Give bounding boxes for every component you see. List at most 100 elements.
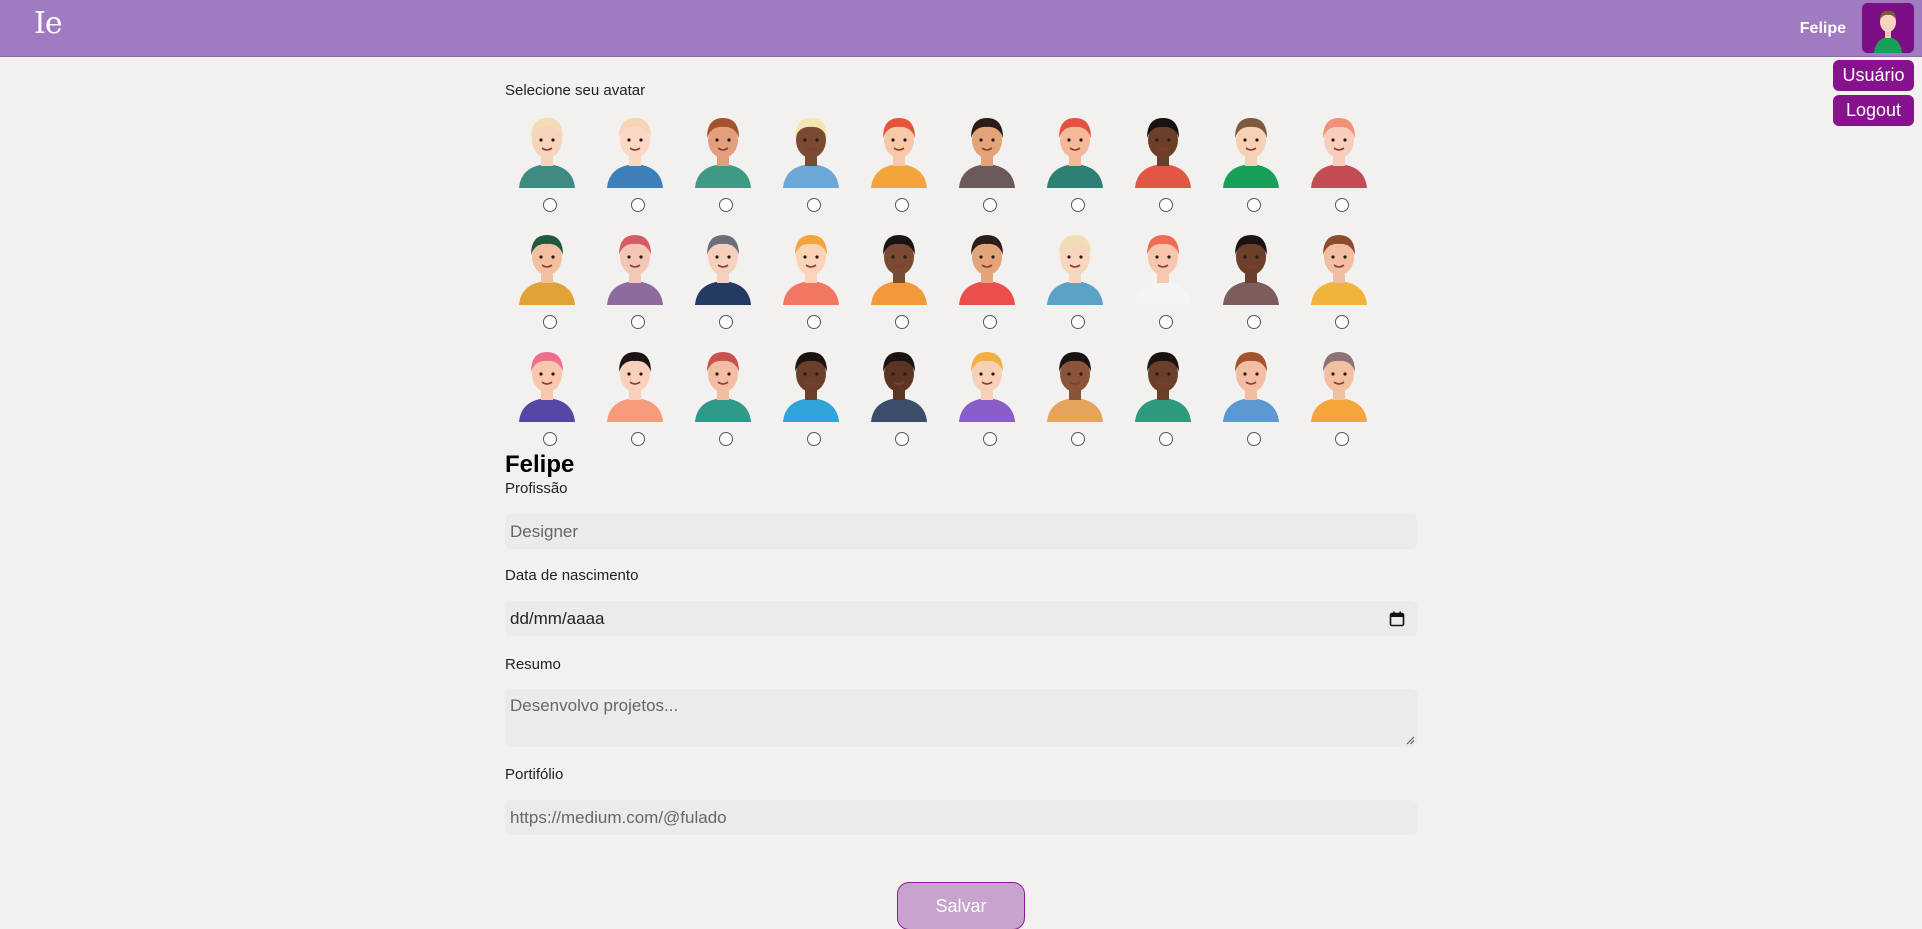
avatar-radio[interactable] <box>1071 198 1085 212</box>
avatar-radio[interactable] <box>1247 198 1261 212</box>
avatar-radio[interactable] <box>543 315 557 329</box>
avatar-section-label-wrap: Selecione seu avatar <box>505 82 1417 100</box>
avatar-portrait-icon <box>783 235 839 305</box>
avatar-portrait-icon <box>959 235 1015 305</box>
profession-label: Profissão <box>505 480 568 497</box>
app-logo[interactable]: Ie <box>34 6 63 41</box>
avatar-radio[interactable] <box>719 432 733 446</box>
avatar-option[interactable] <box>1033 344 1121 453</box>
avatar-option[interactable] <box>1121 227 1209 336</box>
avatar-radio[interactable] <box>807 198 821 212</box>
save-button[interactable]: Salvar <box>897 882 1025 929</box>
avatar-option[interactable] <box>593 227 681 336</box>
avatar-option[interactable] <box>1121 344 1209 453</box>
avatar-option[interactable] <box>1297 110 1385 219</box>
avatar-radio[interactable] <box>1071 432 1085 446</box>
avatar-radio[interactable] <box>719 315 733 329</box>
avatar-radio[interactable] <box>543 432 557 446</box>
avatar-option[interactable] <box>769 110 857 219</box>
avatar-radio[interactable] <box>1335 432 1349 446</box>
avatar-option[interactable] <box>1297 344 1385 453</box>
avatar-portrait-icon <box>1311 118 1367 188</box>
avatar-radio[interactable] <box>1247 315 1261 329</box>
avatar-portrait-icon <box>607 235 663 305</box>
avatar-radio[interactable] <box>983 432 997 446</box>
avatar-portrait-icon <box>783 352 839 422</box>
avatar-option[interactable] <box>1209 110 1297 219</box>
avatar-radio[interactable] <box>1071 315 1085 329</box>
avatar-radio[interactable] <box>631 198 645 212</box>
avatar-radio[interactable] <box>631 315 645 329</box>
usuario-menu-button[interactable]: Usuário <box>1833 60 1914 91</box>
avatar-radio[interactable] <box>895 315 909 329</box>
avatar-portrait-icon <box>1223 352 1279 422</box>
avatar-portrait-icon <box>695 118 751 188</box>
avatar-portrait-icon <box>519 352 575 422</box>
avatar-option[interactable] <box>681 227 769 336</box>
avatar-option[interactable] <box>945 344 1033 453</box>
avatar-portrait-icon <box>871 235 927 305</box>
avatar-radio[interactable] <box>807 315 821 329</box>
avatar-portrait-icon <box>607 118 663 188</box>
avatar-option[interactable] <box>1033 110 1121 219</box>
avatar-radio[interactable] <box>983 315 997 329</box>
avatar-option[interactable] <box>505 344 593 453</box>
user-avatar-icon <box>1862 3 1914 53</box>
avatar-option[interactable] <box>1297 227 1385 336</box>
avatar-portrait-icon <box>607 352 663 422</box>
avatar-radio[interactable] <box>1159 315 1173 329</box>
avatar-option[interactable] <box>681 344 769 453</box>
avatar-option[interactable] <box>945 110 1033 219</box>
portfolio-placeholder: https://medium.com/@fulado <box>510 807 727 827</box>
avatar-radio[interactable] <box>895 198 909 212</box>
avatar-radio[interactable] <box>807 432 821 446</box>
avatar-portrait-icon <box>783 118 839 188</box>
avatar-option[interactable] <box>1121 110 1209 219</box>
avatar-portrait-icon <box>695 352 751 422</box>
user-avatar-button[interactable] <box>1862 3 1914 53</box>
avatar-radio[interactable] <box>1335 198 1349 212</box>
avatar-option[interactable] <box>505 110 593 219</box>
birthdate-input[interactable]: dd/mm/aaaa <box>505 601 1417 636</box>
avatar-option[interactable] <box>769 344 857 453</box>
top-navbar: Ie Felipe <box>0 0 1922 57</box>
avatar-portrait-icon <box>1223 118 1279 188</box>
avatar-radio[interactable] <box>1335 315 1349 329</box>
portfolio-label: Portifólio <box>505 766 564 783</box>
avatar-option[interactable] <box>857 110 945 219</box>
avatar-portrait-icon <box>519 235 575 305</box>
avatar-option[interactable] <box>593 110 681 219</box>
avatar-radio[interactable] <box>631 432 645 446</box>
avatar-radio[interactable] <box>1159 432 1173 446</box>
avatar-portrait-icon <box>871 118 927 188</box>
avatar-option[interactable] <box>505 227 593 336</box>
avatar-radio[interactable] <box>983 198 997 212</box>
header-user-name: Felipe <box>1799 20 1846 37</box>
avatar-radio[interactable] <box>1247 432 1261 446</box>
avatar-option[interactable] <box>1033 227 1121 336</box>
avatar-radio[interactable] <box>543 198 557 212</box>
avatar-radio[interactable] <box>895 432 909 446</box>
avatar-portrait-icon <box>519 118 575 188</box>
avatar-portrait-icon <box>1311 235 1367 305</box>
avatar-option[interactable] <box>681 110 769 219</box>
avatar-option[interactable] <box>769 227 857 336</box>
avatar-option[interactable] <box>593 344 681 453</box>
summary-textarea[interactable]: Desenvolvo projetos... <box>505 689 1417 747</box>
logout-button[interactable]: Logout <box>1833 95 1914 126</box>
avatar-portrait-icon <box>871 352 927 422</box>
calendar-icon[interactable] <box>1389 611 1405 627</box>
avatar-radio[interactable] <box>1159 198 1173 212</box>
avatar-option[interactable] <box>945 227 1033 336</box>
avatar-portrait-icon <box>1223 235 1279 305</box>
profession-input[interactable]: Designer <box>505 514 1417 549</box>
avatar-option[interactable] <box>857 227 945 336</box>
avatar-option[interactable] <box>857 344 945 453</box>
resize-handle-icon[interactable] <box>1406 736 1415 745</box>
portfolio-input[interactable]: https://medium.com/@fulado <box>505 800 1417 835</box>
avatar-portrait-icon <box>1135 352 1191 422</box>
avatar-radio[interactable] <box>719 198 733 212</box>
avatar-option[interactable] <box>1209 344 1297 453</box>
avatar-portrait-icon <box>695 235 751 305</box>
avatar-option[interactable] <box>1209 227 1297 336</box>
